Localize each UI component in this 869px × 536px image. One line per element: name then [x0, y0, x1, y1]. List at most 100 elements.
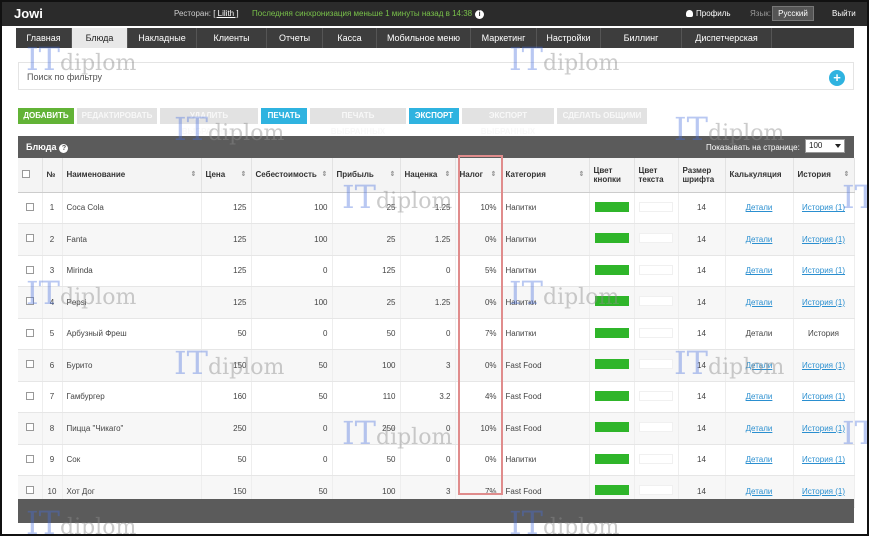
history-link[interactable]: История (1) [802, 424, 845, 433]
calculation-cell: Детали [725, 286, 794, 319]
tab-4[interactable]: Клиенты [197, 28, 267, 48]
table-row[interactable]: 8 Пицца "Чикаго" 250 0 250 0 10% Fast Food 14 Дет… [18, 412, 855, 445]
calculation-details-link[interactable]: Детали [746, 455, 773, 464]
help-icon[interactable]: ? [59, 144, 69, 153]
language-select[interactable]: Русский [772, 6, 814, 21]
calculation-details-link[interactable]: Детали [746, 266, 773, 275]
tab-2[interactable]: Блюда [72, 28, 128, 48]
action-button-8[interactable]: СДЕЛАТЬ ОБЩИМИ [557, 108, 647, 124]
row-checkbox[interactable] [25, 454, 34, 463]
table-row[interactable]: 6 Бурито 150 50 100 3 0% Fast Food 14 Детали Истор… [18, 349, 855, 382]
calculation-cell: Детали [725, 192, 794, 224]
history-link[interactable]: История (1) [802, 455, 845, 464]
history-link[interactable]: История (1) [802, 487, 845, 496]
per-page-select[interactable]: 100 [805, 139, 845, 153]
column-header-13[interactable]: История ⇕ [793, 158, 855, 193]
table-row[interactable]: 9 Сок 50 0 50 0 0% Напитки 14 Детали История (1) [18, 444, 855, 476]
sort-icon[interactable]: ⇕ [445, 170, 451, 178]
sort-icon[interactable]: ⇕ [322, 170, 328, 178]
tab-1[interactable]: Главная [16, 28, 72, 48]
logout-link[interactable]: Выйти [832, 9, 856, 18]
sort-icon[interactable]: ⇕ [491, 170, 497, 178]
table-row[interactable]: 7 Гамбургер 160 50 110 3.2 4% Fast Food 14 Детали… [18, 381, 855, 413]
column-header-10[interactable]: Цвет текста [634, 158, 679, 193]
info-icon[interactable]: i [475, 10, 485, 19]
table-row[interactable]: 4 Pepsi 125 100 25 1.25 0% Напитки 14 Детали Истор… [18, 286, 855, 319]
history-link[interactable]: История (1) [802, 298, 845, 307]
action-button-2[interactable]: РЕДАКТИРОВАТЬ [77, 108, 157, 124]
table-row[interactable]: 5 Арбузный Фреш 50 0 50 0 7% Напитки 14 Детали Ист… [18, 318, 855, 350]
dish-cost: 50 [251, 349, 333, 382]
action-button-1[interactable]: ДОБАВИТЬ [18, 108, 74, 124]
dish-name: Бурито [62, 349, 202, 382]
dish-price: 125 [201, 223, 252, 256]
row-checkbox[interactable] [25, 486, 34, 495]
tab-3[interactable]: Накладные [128, 28, 197, 48]
row-checkbox[interactable] [25, 265, 34, 274]
tab-9[interactable]: Настройки [537, 28, 601, 48]
calculation-details-link[interactable]: Детали [746, 235, 773, 244]
select-all-checkbox[interactable] [22, 169, 30, 178]
history-link[interactable]: История (1) [802, 361, 845, 370]
tab-7[interactable]: Мобильное меню [377, 28, 471, 48]
row-checkbox[interactable] [25, 328, 34, 337]
sort-icon[interactable]: ⇕ [191, 170, 197, 178]
column-header-7[interactable]: Налог ⇕ [455, 158, 502, 193]
column-header-0[interactable] [18, 158, 43, 193]
restaurant-link[interactable]: [ Lilith ] [213, 9, 238, 18]
calculation-details-link[interactable]: Детали [746, 298, 773, 307]
row-select-cell [18, 255, 43, 287]
action-button-6[interactable]: ЭКСПОРТ [409, 108, 459, 124]
column-header-8[interactable]: Категория ⇕ [501, 158, 590, 193]
column-header-12[interactable]: Калькуляция [725, 158, 794, 193]
calculation-details-link[interactable]: Детали [746, 487, 773, 496]
action-button-7[interactable]: ЭКСПОРТ ВЫБРАННЫХ [462, 108, 554, 136]
tab-5[interactable]: Отчеты [267, 28, 323, 48]
column-header-6[interactable]: Наценка ⇕ [400, 158, 456, 193]
dish-tax: 0% [455, 223, 502, 256]
table-row[interactable]: 1 Coca Cola 125 100 25 1.25 10% Напитки 14 Детали… [18, 192, 855, 224]
row-checkbox[interactable] [25, 360, 34, 369]
column-header-2[interactable]: Наименование ⇕ [62, 158, 202, 193]
calculation-details-link[interactable]: Детали [746, 203, 773, 212]
tab-11[interactable]: Диспетчерская [682, 28, 772, 48]
history-link[interactable]: История (1) [802, 392, 845, 401]
calculation-details-link[interactable]: Детали [746, 424, 773, 433]
column-header-4[interactable]: Себестоимость ⇕ [251, 158, 333, 193]
column-header-11[interactable]: Размер шрифта [678, 158, 726, 193]
row-checkbox[interactable] [25, 297, 34, 306]
sort-icon[interactable]: ⇕ [241, 170, 247, 178]
calculation-details-link[interactable]: Детали [746, 392, 773, 401]
column-header-1[interactable]: № [42, 158, 63, 193]
dish-cost: 0 [251, 412, 333, 445]
calculation-details-link[interactable]: Детали [746, 361, 773, 370]
sort-icon[interactable]: ⇕ [390, 170, 396, 178]
column-header-9[interactable]: Цвет кнопки [589, 158, 635, 193]
add-filter-button[interactable]: + [829, 70, 845, 86]
history-link[interactable]: История (1) [802, 235, 845, 244]
row-checkbox[interactable] [25, 391, 34, 400]
filter-panel[interactable]: Поиск по фильтру + [18, 62, 854, 90]
font-size: 14 [678, 223, 726, 256]
history-link[interactable]: История (1) [802, 266, 845, 275]
row-checkbox[interactable] [25, 423, 34, 432]
tab-6[interactable]: Касса [323, 28, 377, 48]
action-button-4[interactable]: ПЕЧАТЬ [261, 108, 307, 124]
sort-icon[interactable]: ⇕ [844, 170, 850, 178]
table-row[interactable]: 2 Fanta 125 100 25 1.25 0% Напитки 14 Детали Истор… [18, 223, 855, 256]
profile-link[interactable]: Профиль [686, 9, 731, 18]
column-header-5[interactable]: Прибыль ⇕ [332, 158, 401, 193]
row-checkbox[interactable] [25, 234, 34, 243]
dish-profit: 25 [332, 192, 401, 224]
sort-icon[interactable]: ⇕ [579, 170, 585, 178]
action-button-5[interactable]: ПЕЧАТЬ ВЫБРАННЫХ [310, 108, 406, 136]
table-row[interactable]: 3 Mirinda 125 0 125 0 5% Напитки 14 Детали История… [18, 255, 855, 287]
tab-8[interactable]: Маркетинг [471, 28, 537, 48]
history-link[interactable]: История (1) [802, 203, 845, 212]
action-button-3[interactable]: УДАЛИТЬ ВЫБРАННЫЕ [160, 108, 258, 136]
tab-10[interactable]: Биллинг [601, 28, 682, 48]
row-select-cell [18, 286, 43, 319]
column-header-3[interactable]: Цена ⇕ [201, 158, 252, 193]
dish-tax: 10% [455, 412, 502, 445]
row-checkbox[interactable] [25, 202, 34, 211]
